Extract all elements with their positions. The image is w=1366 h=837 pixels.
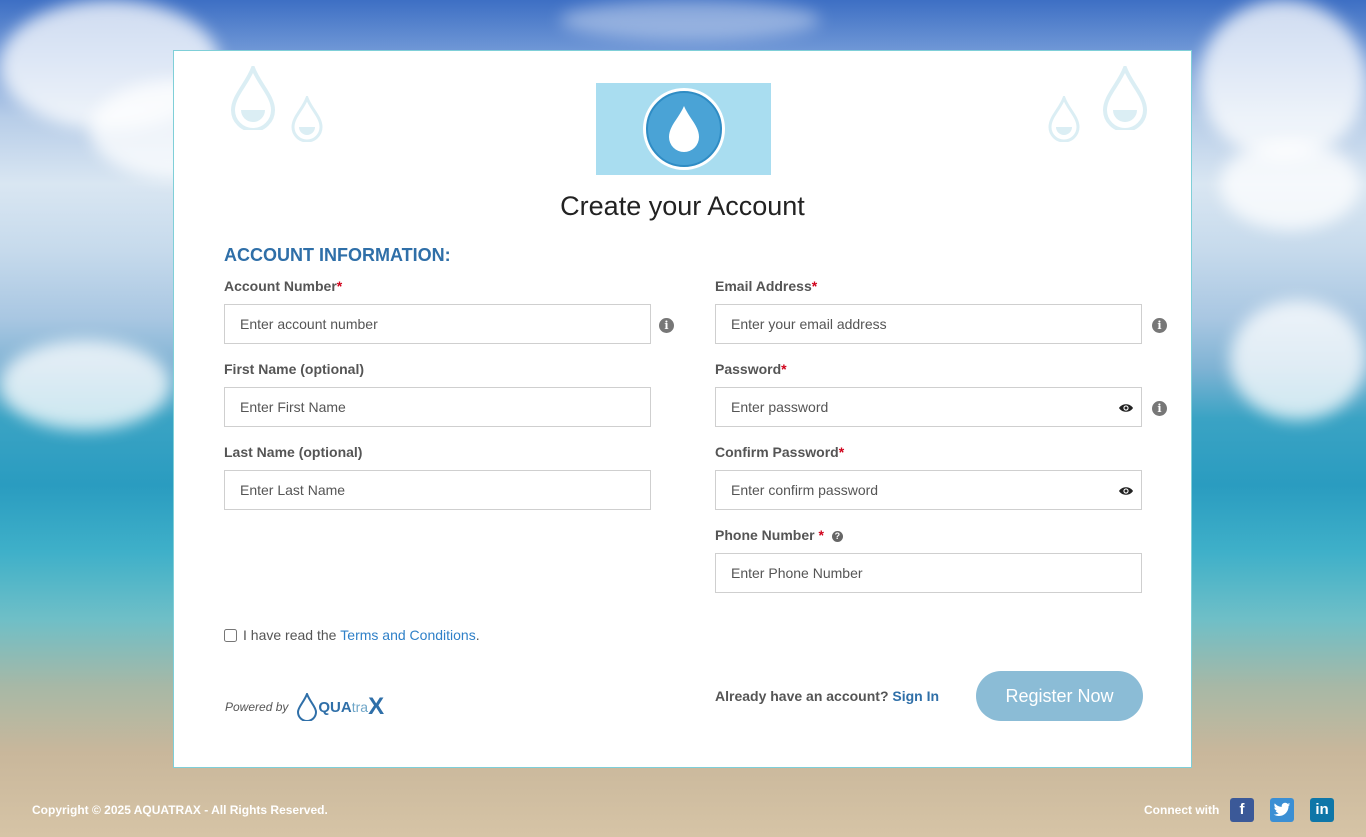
aquatrax-logo-suffix: tra [351,699,369,715]
aquatrax-logo-prefix: QUA [318,698,352,716]
aquatrax-logo: QUA tra X [296,691,384,723]
terms-checkbox[interactable] [224,628,237,642]
eye-icon[interactable] [1119,403,1133,413]
terms-row: I have read the Terms and Conditions. [224,627,480,643]
facebook-icon[interactable]: f [1230,798,1254,822]
first-name-group: First Name (optional) [224,361,651,427]
water-drop-icon [1102,66,1148,130]
water-drop-icon [230,66,276,130]
password-input[interactable] [715,387,1142,427]
password-label: Password* [715,361,787,377]
last-name-label: Last Name (optional) [224,444,363,460]
last-name-input[interactable] [224,470,651,510]
help-icon[interactable]: ? [831,531,843,542]
first-name-label: First Name (optional) [224,361,365,377]
aquatrax-logo-drop-icon [297,693,318,721]
last-name-group: Last Name (optional) [224,444,651,510]
registration-card: Create your Account ACCOUNT INFORMATION:… [173,50,1192,768]
water-drop-icon [1048,96,1080,142]
page-title: Create your Account [560,191,805,221]
terms-link[interactable]: Terms and Conditions [340,627,475,643]
aquatrax-logo-x: X [368,693,385,720]
email-group: Email Address* [715,278,1142,344]
linkedin-icon[interactable]: in [1310,798,1334,822]
water-drop-logo-icon [642,88,725,170]
info-icon[interactable]: i [1152,318,1167,333]
powered-by: Powered by QUA tra X [225,691,384,723]
phone-label: Phone Number *? [715,527,1142,544]
info-icon[interactable]: i [1152,401,1167,416]
phone-input[interactable] [715,553,1142,593]
sign-in-link[interactable]: Sign In [892,688,939,704]
confirm-password-input[interactable] [715,470,1142,510]
signin-row: Already have an account? Sign In [715,688,939,704]
account-number-group: Account Number* [224,278,651,344]
phone-group: Phone Number *? [715,527,1142,593]
twitter-icon[interactable] [1270,798,1294,822]
already-account-text: Already have an account? [715,688,889,704]
account-number-input[interactable] [224,304,651,344]
terms-prefix: I have read the [243,627,337,643]
account-number-label: Account Number* [224,278,343,294]
confirm-password-group: Confirm Password* [715,444,1142,510]
password-group: Password* [715,361,1142,427]
section-title: ACCOUNT INFORMATION: [224,245,451,265]
app-logo [596,83,771,175]
email-label: Email Address* [715,278,818,294]
connect-with-text: Connect with [1144,803,1220,817]
terms-suffix: . [475,627,480,643]
first-name-input[interactable] [224,387,651,427]
eye-icon[interactable] [1119,486,1133,496]
powered-by-label: Powered by [225,700,289,714]
email-input[interactable] [715,304,1142,344]
confirm-password-label: Confirm Password* [715,444,845,460]
water-drop-icon [291,96,323,142]
copyright-text: Copyright © 2025 AQUATRAX - All Rights R… [32,803,328,817]
info-icon[interactable]: i [659,318,674,333]
register-button[interactable]: Register Now [976,671,1143,721]
